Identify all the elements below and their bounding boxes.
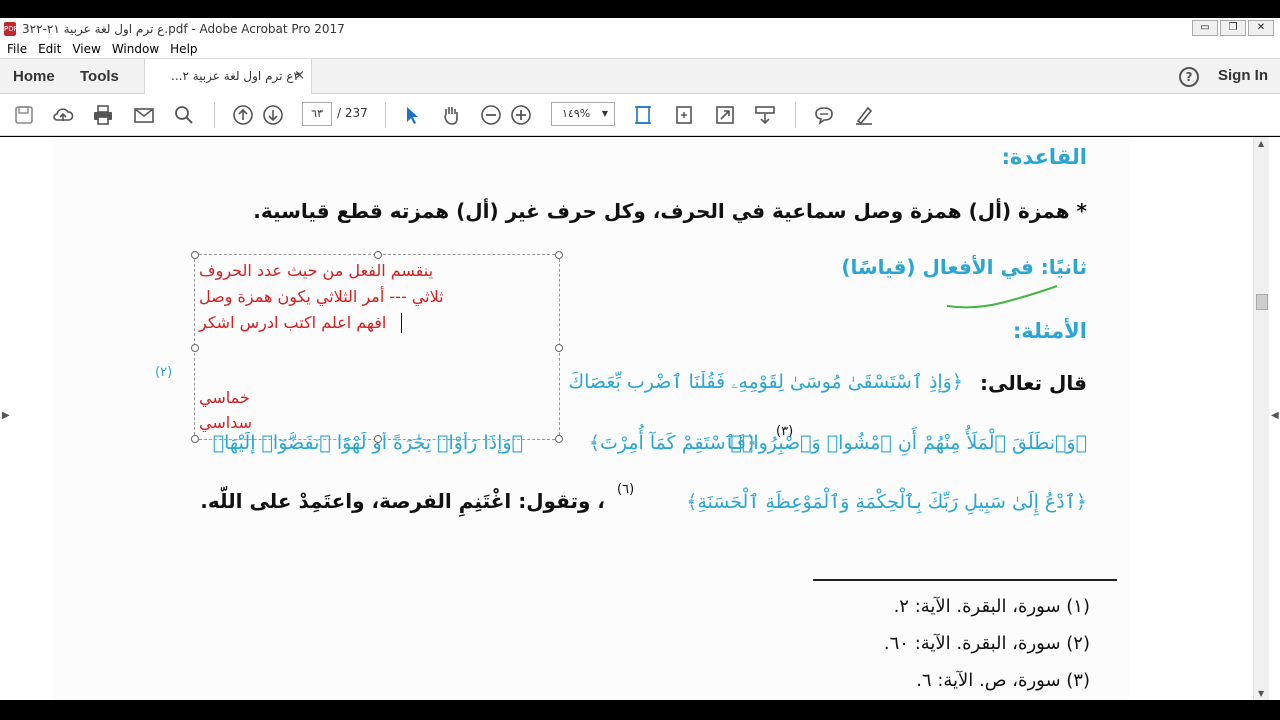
- window-controls: ▭ ❐ ✕: [1192, 20, 1274, 36]
- resize-handle[interactable]: [374, 435, 382, 443]
- rotate-view-icon[interactable]: [673, 104, 695, 126]
- tab-document-label: ٣ع ترم اول لغة عربية ٢...: [171, 69, 300, 83]
- comment-line-2: ثلاثي --- أمر الثلاثي يكون همزة وصل: [199, 287, 444, 306]
- full-screen-icon[interactable]: [714, 104, 736, 126]
- toolbar: [0, 94, 1280, 136]
- footnote-2: (٢) سورة، البقرة. الآية: ٦٠.: [883, 633, 1090, 654]
- menu-view[interactable]: View: [72, 42, 100, 56]
- menu-file[interactable]: File: [7, 42, 27, 56]
- next-page-icon[interactable]: [262, 104, 284, 126]
- footnote-1: (١) سورة، البقرة. الآية: ٢.: [893, 596, 1090, 617]
- tab-tools[interactable]: Tools: [80, 68, 119, 85]
- example1-prefix: قال تعالى:: [980, 371, 1087, 395]
- select-cursor-icon[interactable]: [400, 104, 422, 126]
- menu-bar: File Edit View Window Help: [0, 40, 1280, 58]
- page-number-input[interactable]: ٦٣: [302, 102, 332, 126]
- scroll-thumb[interactable]: [1256, 294, 1268, 310]
- zoom-value: ١٤٩%: [562, 107, 591, 120]
- toolbar-divider: [385, 102, 386, 128]
- zoom-select[interactable]: ١٤٩% ▼: [551, 102, 615, 126]
- right-panel-toggle[interactable]: ◀: [1269, 137, 1280, 700]
- tab-document[interactable]: ٣ع ترم اول لغة عربية ٢... ×: [144, 59, 312, 96]
- highlight-pen-icon[interactable]: [853, 104, 875, 126]
- resize-handle[interactable]: [555, 344, 563, 352]
- toolbar-divider: [214, 102, 215, 128]
- menu-window[interactable]: Window: [112, 42, 159, 56]
- document-viewer[interactable]: ▶ القاعدة: * همزة (أل) همزة وصل سماعية ف…: [0, 137, 1253, 700]
- page-total: / 237: [337, 106, 368, 120]
- resize-handle[interactable]: [555, 251, 563, 259]
- resize-handle[interactable]: [191, 344, 199, 352]
- comment-icon[interactable]: [813, 104, 835, 126]
- rule-heading: القاعدة:: [1001, 145, 1087, 169]
- scroll-up-icon[interactable]: ▲: [1258, 139, 1264, 148]
- minimize-button[interactable]: ▭: [1192, 20, 1218, 36]
- screen-bottom-bar: [0, 700, 1280, 720]
- save-icon[interactable]: [13, 104, 35, 126]
- toolbar-divider: [795, 102, 796, 128]
- cloud-upload-icon[interactable]: [52, 104, 74, 126]
- resize-handle[interactable]: [374, 251, 382, 259]
- comment-extra-2: سداسي: [199, 413, 252, 432]
- search-icon[interactable]: [173, 104, 195, 126]
- text-annotation-box[interactable]: ينقسم الفعل من حيث عدد الحروف ثلاثي --- …: [191, 251, 563, 443]
- verse-1-ref: (٢): [155, 365, 173, 380]
- verse-5: ﴿ٱدْعُ إِلَىٰ سَبِيلِ رَبِّكَ بِٱلْحِكْم…: [686, 491, 1087, 513]
- comment-line-3: افهم اعلم اكتب ادرس اشكر: [199, 313, 387, 332]
- fit-page-icon[interactable]: [632, 104, 654, 126]
- menu-edit[interactable]: Edit: [38, 42, 61, 56]
- green-underline-annotation: [946, 285, 1058, 309]
- verse-5-ref: (٦): [617, 482, 635, 497]
- second-heading: ثانيًا: في الأفعال (قياسًا): [841, 255, 1087, 279]
- email-icon[interactable]: [133, 104, 155, 126]
- right-panel-toggle-icon[interactable]: ◀: [1271, 410, 1279, 421]
- resize-handle[interactable]: [555, 435, 563, 443]
- footnote-separator: [813, 579, 1117, 581]
- rule-text: * همزة (أل) همزة وصل سماعية في الحرف، وك…: [253, 199, 1087, 223]
- verse-2-ref: (٣): [776, 424, 794, 439]
- menu-help[interactable]: Help: [170, 42, 197, 56]
- scrolling-mode-icon[interactable]: [754, 104, 776, 126]
- previous-page-icon[interactable]: [232, 104, 254, 126]
- resize-handle[interactable]: [191, 435, 199, 443]
- print-icon[interactable]: [92, 104, 114, 126]
- pdf-app-icon: PDF: [4, 22, 18, 36]
- text-cursor: [401, 313, 402, 333]
- scroll-down-icon[interactable]: ▼: [1258, 689, 1264, 698]
- examples-heading: الأمثلة:: [1012, 319, 1087, 343]
- resize-handle[interactable]: [191, 251, 199, 259]
- tab-home[interactable]: Home: [13, 68, 55, 85]
- footnote-3: (٣) سورة، ص. الآية: ٦.: [916, 670, 1090, 691]
- help-icon[interactable]: ?: [1179, 67, 1199, 87]
- left-panel-toggle-icon[interactable]: ▶: [2, 410, 10, 421]
- verse-3: ﴿فَٱسْتَقِمْ كَمَآ أُمِرْتَ﴾: [588, 432, 757, 454]
- zoom-out-icon[interactable]: [480, 104, 502, 126]
- hand-tool-icon[interactable]: [440, 104, 462, 126]
- restore-button[interactable]: ❐: [1220, 20, 1246, 36]
- chevron-down-icon: ▼: [601, 109, 608, 118]
- comment-line-1: ينقسم الفعل من حيث عدد الحروف: [199, 261, 434, 280]
- zoom-in-icon[interactable]: [510, 104, 532, 126]
- window-titlebar: PDF 3ع ترم اول لغة عربية ٢١-٢٢.pdf - Ado…: [0, 18, 1280, 40]
- comment-extra-1: خماسي: [199, 388, 250, 407]
- window-title: 3ع ترم اول لغة عربية ٢١-٢٢.pdf - Adobe A…: [22, 22, 345, 36]
- tab-bar: Home Tools ٣ع ترم اول لغة عربية ٢... × ?…: [0, 58, 1280, 96]
- saying-text: ، وتقول: اغْتَنِمِ الفرصة، واعتَمِدْ على…: [200, 489, 605, 513]
- close-window-button[interactable]: ✕: [1248, 20, 1274, 36]
- vertical-scrollbar[interactable]: ▲ ▼: [1253, 137, 1269, 700]
- sign-in-link[interactable]: Sign In: [1218, 67, 1268, 84]
- close-tab-icon[interactable]: ×: [294, 68, 305, 83]
